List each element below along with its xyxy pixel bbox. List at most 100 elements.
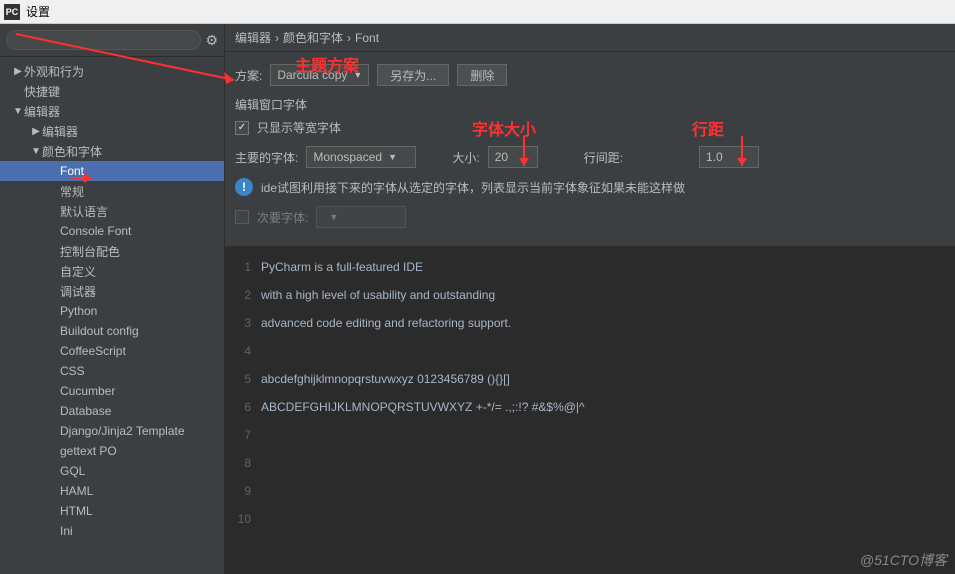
tree-item[interactable]: 快捷键 [0,81,224,101]
breadcrumb-item[interactable]: 颜色和字体 [283,29,343,46]
editor-font-section: 编辑窗口字体 [235,96,945,113]
tree-item[interactable]: Cucumber [0,381,224,401]
preview-line: 10 [225,505,955,533]
preview-line: 2with a high level of usability and outs… [225,281,955,309]
tree-item[interactable]: HAML [0,481,224,501]
info-text: ide试图利用接下来的字体从选定的字体，列表显示当前字体象征如果未能这样做 [261,179,685,196]
tree-item-label: Font [60,164,84,178]
line-spacing-label: 行间距: [584,149,623,166]
size-input[interactable] [488,146,538,168]
info-icon: ! [235,178,253,196]
line-number: 8 [225,449,261,477]
watermark: @51CTO博客 [860,550,947,570]
tree-item-label: Ini [60,524,73,538]
tree-item-label: 常规 [60,183,84,200]
secondary-font-label: 次要字体: [257,209,308,226]
breadcrumb-item: Font [355,31,379,45]
tree-item[interactable]: CSS [0,361,224,381]
tree-item[interactable]: 默认语言 [0,201,224,221]
tree-item-label: 颜色和字体 [42,143,102,160]
mono-only-checkbox[interactable]: ✓ [235,121,249,135]
tree-item[interactable]: CoffeeScript [0,341,224,361]
preview-line: 3advanced code editing and refactoring s… [225,309,955,337]
tree-item-label: Python [60,304,97,318]
breadcrumb: 编辑器 › 颜色和字体 › Font [225,24,955,52]
primary-font-label: 主要的字体: [235,149,298,166]
preview-line: 6ABCDEFGHIJKLMNOPQRSTUVWXYZ +-*/= .,;:!?… [225,393,955,421]
tree-item-label: CSS [60,364,85,378]
settings-sidebar: ⚙ ▶外观和行为快捷键▼编辑器▶编辑器▼颜色和字体Font常规默认语言Conso… [0,24,225,574]
tree-item[interactable]: Console Font [0,221,224,241]
mono-only-label: 只显示等宽字体 [257,119,341,136]
primary-font-combo[interactable]: Monospaced▼ [306,146,416,168]
app-icon: PC [4,4,20,20]
line-spacing-input[interactable] [699,146,759,168]
tree-item[interactable]: Font [0,161,224,181]
tree-item[interactable]: ▶外观和行为 [0,61,224,81]
line-text: abcdefghijklmnopqrstuvwxyz 0123456789 ()… [261,365,510,393]
tree-item[interactable]: ▼编辑器 [0,101,224,121]
line-number: 5 [225,365,261,393]
tree-item-label: 默认语言 [60,203,108,220]
tree-item-label: GQL [60,464,85,478]
chevron-right-icon: › [347,31,351,45]
tree-item-label: 调试器 [60,283,96,300]
tree-item[interactable]: 控制台配色 [0,241,224,261]
preview-line: 8 [225,449,955,477]
line-number: 2 [225,281,261,309]
tree-item[interactable]: ▶编辑器 [0,121,224,141]
content-panel: 编辑器 › 颜色和字体 › Font 方案: Darcula copy▼ 另存为… [225,24,955,574]
tree-item[interactable]: gettext PO [0,441,224,461]
scheme-label: 方案: [235,67,262,84]
tree-item-label: Cucumber [60,384,115,398]
tree-item[interactable]: 自定义 [0,261,224,281]
preview-line: 9 [225,477,955,505]
tree-arrow-icon: ▶ [12,66,24,77]
line-number: 4 [225,337,261,365]
tree-item[interactable]: Buildout config [0,321,224,341]
save-as-button[interactable]: 另存为... [377,64,449,86]
line-number: 6 [225,393,261,421]
settings-tree[interactable]: ▶外观和行为快捷键▼编辑器▶编辑器▼颜色和字体Font常规默认语言Console… [0,57,224,574]
chevron-down-icon: ▼ [388,152,397,162]
line-number: 7 [225,421,261,449]
gear-icon[interactable]: ⚙ [205,32,218,49]
secondary-font-checkbox[interactable] [235,210,249,224]
scheme-combo[interactable]: Darcula copy▼ [270,64,369,86]
line-number: 9 [225,477,261,505]
tree-item-label: 外观和行为 [24,63,84,80]
tree-item[interactable]: 调试器 [0,281,224,301]
line-text: with a high level of usability and outst… [261,281,495,309]
line-number: 1 [225,253,261,281]
line-text: advanced code editing and refactoring su… [261,309,511,337]
tree-item-label: Django/Jinja2 Template [60,424,185,438]
tree-item-label: Console Font [60,224,131,238]
line-number: 10 [225,505,261,533]
tree-item[interactable]: Django/Jinja2 Template [0,421,224,441]
tree-arrow-icon: ▶ [30,126,42,137]
tree-item[interactable]: Database [0,401,224,421]
tree-item-label: 编辑器 [24,103,60,120]
tree-item-label: Buildout config [60,324,139,338]
tree-item[interactable]: GQL [0,461,224,481]
tree-item[interactable]: HTML [0,501,224,521]
search-input[interactable] [6,30,201,50]
title-bar: PC 设置 [0,0,955,24]
tree-item-label: 编辑器 [42,123,78,140]
tree-item[interactable]: ▼颜色和字体 [0,141,224,161]
tree-item-label: HTML [60,504,93,518]
tree-item[interactable]: Ini [0,521,224,541]
preview-line: 5abcdefghijklmnopqrstuvwxyz 0123456789 (… [225,365,955,393]
tree-arrow-icon: ▼ [30,146,42,157]
delete-button[interactable]: 删除 [457,64,507,86]
tree-item-label: CoffeeScript [60,344,126,358]
breadcrumb-item[interactable]: 编辑器 [235,29,271,46]
tree-item[interactable]: 常规 [0,181,224,201]
tree-arrow-icon: ▼ [12,106,24,117]
chevron-down-icon: ▼ [353,70,362,80]
tree-item[interactable]: Python [0,301,224,321]
preview-line: 1PyCharm is a full-featured IDE [225,253,955,281]
line-text: PyCharm is a full-featured IDE [261,253,423,281]
font-preview: 1PyCharm is a full-featured IDE2with a h… [225,247,955,574]
secondary-font-combo: ▼ [316,206,406,228]
